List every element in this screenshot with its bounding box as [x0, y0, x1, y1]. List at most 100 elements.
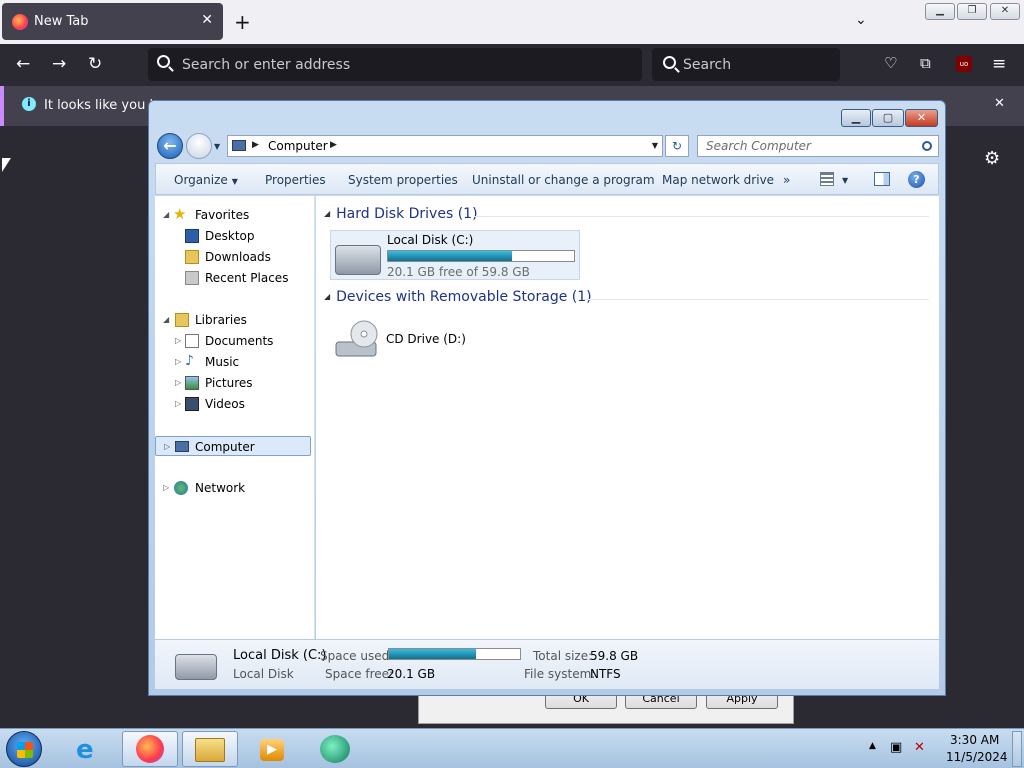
nav-recent-places[interactable]: Recent Places [155, 268, 311, 288]
taskbar-media-player[interactable]: ▶ [244, 731, 300, 767]
start-button[interactable] [6, 731, 42, 767]
group-hard-disk-drives[interactable]: ◢ Hard Disk Drives (1) [324, 206, 478, 222]
system-properties-button[interactable]: System properties [348, 173, 458, 187]
space-free-label: Space free: [325, 667, 394, 681]
space-used-label: Space used: [320, 649, 394, 663]
details-drive-name: Local Disk (C:) [233, 648, 327, 663]
star-icon: ★ [173, 205, 187, 223]
extensions-icon[interactable]: ⧉ [920, 54, 931, 72]
back-arrow-icon[interactable]: ← [16, 54, 30, 74]
refresh-icon[interactable]: ↻ [665, 135, 689, 157]
nav-favorites[interactable]: ◢ ★ Favorites [155, 205, 311, 225]
nav-desktop[interactable]: Desktop [155, 226, 311, 246]
folder-icon [195, 738, 225, 762]
explorer-window: ▁ ▢ ✕ ← ▼ ▶ Computer ▶ ▼ ↻ Search Comput… [148, 100, 946, 696]
help-icon[interactable]: ? [908, 171, 925, 188]
navigation-pane: ◢ ★ Favorites Desktop Downloads Recent P… [155, 196, 315, 639]
expand-arrow-icon[interactable]: ▷ [175, 399, 181, 408]
address-breadcrumb[interactable]: ▶ Computer ▶ ▼ [227, 135, 663, 157]
nav-documents[interactable]: ▷ Documents [155, 331, 311, 351]
breadcrumb-computer[interactable]: Computer [268, 139, 328, 153]
cd-drive-d-tile[interactable]: CD Drive (D:) [330, 314, 490, 364]
clock-time[interactable]: 3:30 AM [950, 733, 999, 747]
back-button[interactable]: ← [157, 133, 183, 159]
content-pane: ◢ Hard Disk Drives (1) Local Disk (C:) 20… [316, 196, 939, 639]
nav-libraries[interactable]: ◢ Libraries [155, 310, 311, 330]
search-placeholder: Search Computer [706, 139, 811, 153]
uninstall-program-button[interactable]: Uninstall or change a program [472, 173, 655, 187]
network-status-icon[interactable]: ▣ [890, 740, 902, 755]
gear-icon[interactable]: ⚙ [984, 148, 1000, 169]
breadcrumb-arrow-icon[interactable]: ▶ [252, 140, 259, 150]
volume-muted-icon[interactable]: ✕ [914, 740, 925, 755]
preview-pane-icon[interactable] [874, 172, 890, 186]
search-icon [157, 55, 170, 68]
search-icon [922, 141, 932, 151]
expand-arrow-icon[interactable]: ▷ [164, 442, 170, 451]
nav-downloads[interactable]: Downloads [155, 247, 311, 267]
maximize-button[interactable]: ▢ [872, 109, 904, 127]
collapse-arrow-icon[interactable]: ◢ [163, 315, 169, 324]
taskbar-explorer[interactable] [182, 731, 238, 767]
address-dropdown-icon[interactable]: ▼ [652, 141, 658, 150]
local-disk-c-tile[interactable]: Local Disk (C:) 20.1 GB free of 59.8 GB [330, 230, 580, 280]
tab-new-tab[interactable]: New Tab ✕ [2, 3, 223, 40]
map-network-drive-button[interactable]: Map network drive [662, 173, 774, 187]
pocket-icon[interactable]: ♡ [884, 54, 897, 72]
windows-logo-icon [17, 742, 33, 758]
nav-music[interactable]: ▷ ♪ Music [155, 352, 311, 372]
taskbar-app[interactable] [308, 731, 364, 767]
minimize-button[interactable]: ▁ [841, 109, 871, 127]
search-bar[interactable]: Search [652, 48, 840, 81]
properties-button[interactable]: Properties [265, 173, 326, 187]
network-icon [174, 481, 188, 495]
organize-button[interactable]: Organize ▼ [174, 173, 238, 187]
taskbar-firefox[interactable] [122, 731, 178, 767]
collapse-arrow-icon[interactable]: ◢ [324, 209, 330, 218]
local-disk-free-text: 20.1 GB free of 59.8 GB [387, 265, 530, 279]
forward-arrow-icon[interactable]: → [52, 54, 66, 74]
change-view-icon[interactable] [820, 172, 834, 186]
taskbar-internet-explorer[interactable]: e [62, 731, 118, 767]
window-minimize-button[interactable]: ▁ [925, 3, 955, 20]
close-tab-icon[interactable]: ✕ [201, 12, 213, 28]
forward-button[interactable] [186, 133, 212, 159]
ublock-origin-icon[interactable]: uo [956, 56, 972, 72]
recent-pages-dropdown-icon[interactable]: ▼ [214, 142, 220, 151]
group-removable-storage[interactable]: ◢ Devices with Removable Storage (1) [324, 289, 592, 305]
list-all-tabs-chevron-icon[interactable]: ⌄ [855, 12, 867, 28]
collapse-arrow-icon[interactable]: ◢ [324, 292, 330, 301]
search-computer-input[interactable]: Search Computer [697, 135, 939, 157]
recent-places-label: Recent Places [205, 271, 289, 285]
expand-arrow-icon[interactable]: ▷ [163, 483, 169, 492]
window-close-button[interactable]: ✕ [990, 3, 1020, 20]
more-commands-button[interactable]: » [783, 173, 790, 187]
window-restore-button[interactable]: ❐ [957, 3, 987, 20]
collapse-arrow-icon[interactable]: ◢ [163, 210, 169, 219]
nav-network[interactable]: ▷ Network [155, 478, 311, 498]
clock-date[interactable]: 11/5/2024 [946, 750, 1008, 764]
menu-hamburger-icon[interactable]: ≡ [992, 54, 1006, 74]
documents-label: Documents [205, 334, 274, 348]
view-dropdown-icon[interactable]: ▼ [842, 176, 848, 185]
address-bar[interactable]: Search or enter address [148, 48, 642, 81]
new-tab-button[interactable]: + [234, 10, 251, 34]
show-desktop-button[interactable] [1012, 731, 1022, 767]
favorites-label: Favorites [195, 208, 250, 222]
reload-icon[interactable]: ↻ [88, 54, 102, 74]
expand-arrow-icon[interactable]: ▷ [175, 357, 181, 366]
recent-places-icon [185, 271, 199, 285]
nav-pictures[interactable]: ▷ Pictures [155, 373, 311, 393]
pictures-label: Pictures [205, 376, 253, 390]
expand-arrow-icon[interactable]: ▷ [175, 336, 181, 345]
nav-videos[interactable]: ▷ Videos [155, 394, 311, 414]
close-notification-icon[interactable]: ✕ [994, 96, 1005, 111]
downloads-folder-icon [185, 250, 199, 264]
libraries-icon [175, 313, 189, 327]
close-button[interactable]: ✕ [905, 109, 938, 127]
nav-computer[interactable]: ▷ Computer [155, 436, 311, 456]
total-size-value: 59.8 GB [590, 649, 639, 663]
expand-arrow-icon[interactable]: ▷ [175, 378, 181, 387]
breadcrumb-arrow-icon[interactable]: ▶ [330, 140, 337, 150]
show-hidden-icons-icon[interactable]: ▲ [869, 741, 876, 751]
